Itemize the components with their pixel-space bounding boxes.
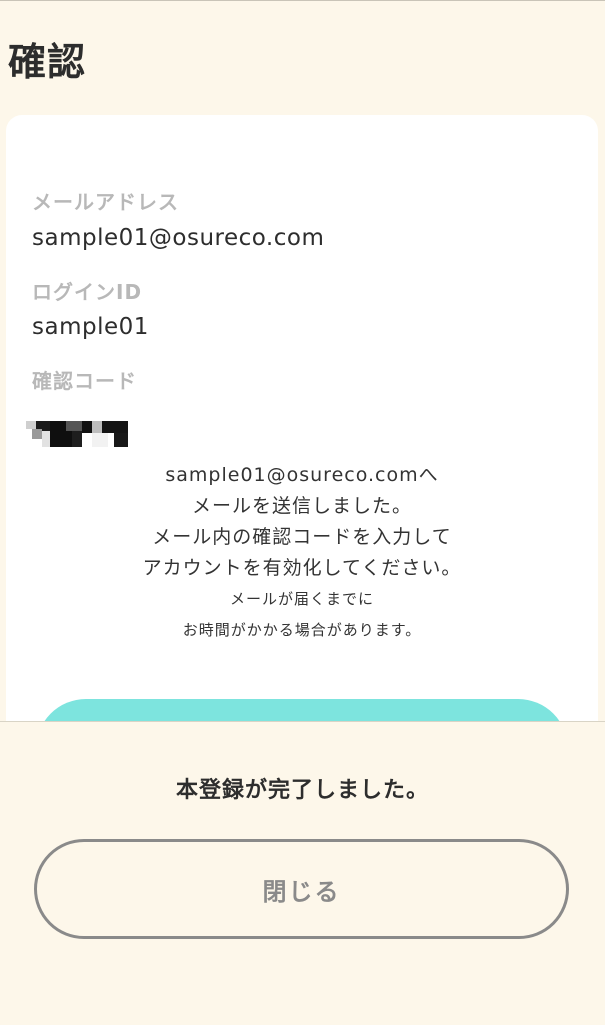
code-label: 確認コード [32, 369, 137, 393]
email-value: sample01@osureco.com [32, 225, 325, 251]
completion-bottom-sheet: 本登録が完了しました。 閉じる [0, 721, 605, 1025]
delivery-note-line: メールが届くまでに [229, 590, 374, 608]
delivery-note-line: お時間がかかる場合があります。 [182, 621, 422, 639]
email-sent-message: sample01@osureco.comへ メールを送信しました。 メール内の確… [6, 460, 598, 646]
info-line: メールを送信しました。 [191, 495, 412, 517]
top-divider [0, 0, 605, 1]
login-id-value: sample01 [32, 314, 149, 340]
close-button[interactable]: 閉じる [34, 839, 569, 939]
login-id-label: ログインID [32, 280, 143, 304]
email-label: メールアドレス [32, 190, 179, 214]
info-line: sample01@osureco.comへ [165, 464, 439, 486]
page-title: 確認 [8, 40, 87, 84]
info-line: メール内の確認コードを入力して [152, 526, 452, 548]
confirmation-card: メールアドレス sample01@osureco.com ログインID samp… [6, 115, 598, 815]
masked-code-image [26, 421, 128, 447]
info-line: アカウントを有効化してください。 [142, 557, 462, 579]
completion-message: 本登録が完了しました。 [175, 778, 429, 803]
